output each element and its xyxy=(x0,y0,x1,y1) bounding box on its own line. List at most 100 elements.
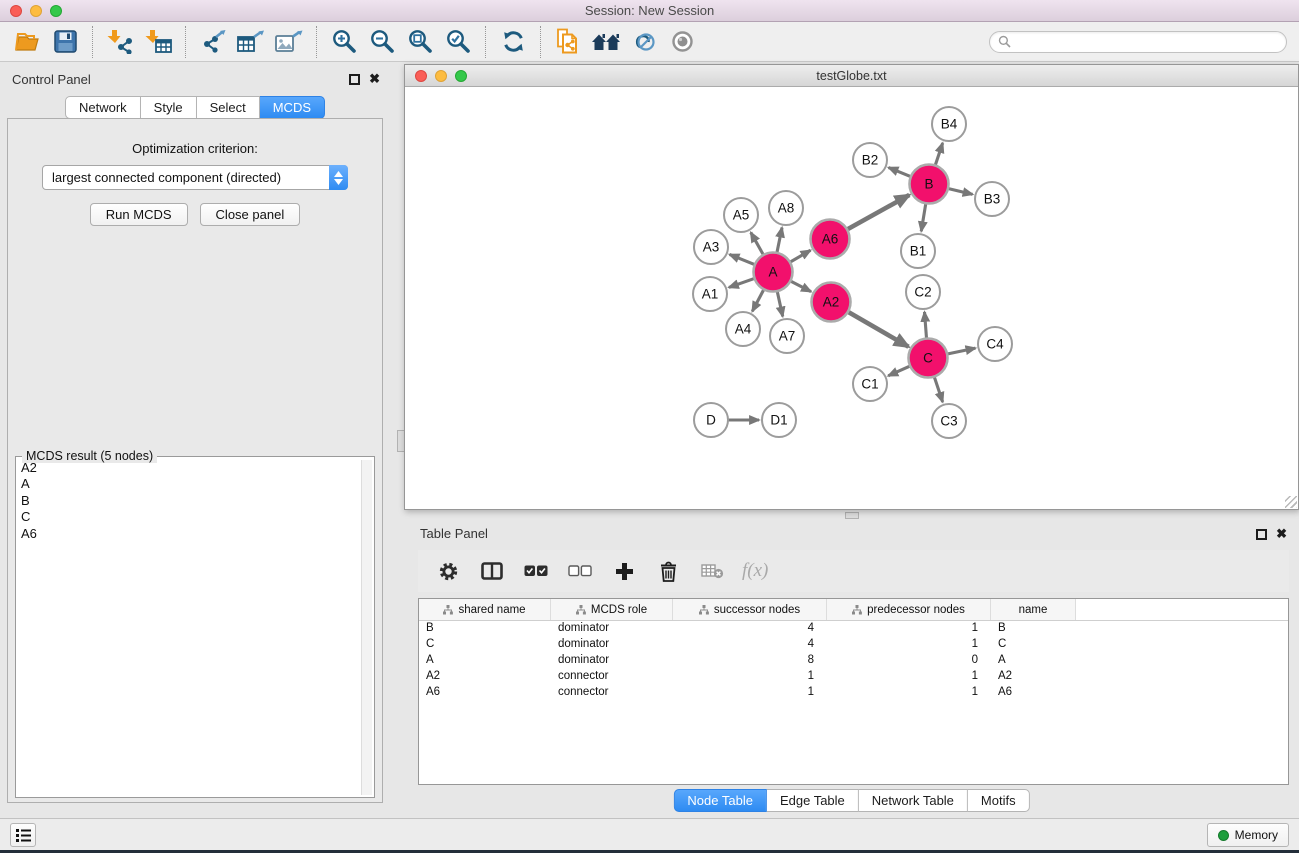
edge-C-C1[interactable] xyxy=(888,366,911,376)
tab-network[interactable]: Network xyxy=(65,96,141,119)
node-A5[interactable]: A5 xyxy=(724,198,758,232)
column-header-name[interactable]: name xyxy=(991,599,1076,620)
horizontal-splitter-handle[interactable] xyxy=(845,512,859,519)
table-row[interactable]: Cdominator41C xyxy=(419,637,1288,653)
function-builder-icon[interactable]: f(x) xyxy=(742,560,768,582)
table-row[interactable]: A2connector11A2 xyxy=(419,669,1288,685)
zoom-out-icon[interactable] xyxy=(363,25,401,59)
hide-labels-icon[interactable] xyxy=(625,25,663,59)
node-C2[interactable]: C2 xyxy=(906,275,940,309)
cell-successor-nodes[interactable]: 4 xyxy=(673,637,827,653)
network-canvas[interactable]: B4B2BB3B1A5A8A6A3AA1A2A4A7C2C4CC1C3DD1 xyxy=(405,88,1298,509)
tab-network-table[interactable]: Network Table xyxy=(859,789,968,812)
cell-name[interactable]: B xyxy=(991,621,1076,637)
zoom-in-icon[interactable] xyxy=(325,25,363,59)
close-panel-button[interactable]: Close panel xyxy=(200,203,301,226)
edge-C-C4[interactable] xyxy=(946,348,975,354)
cell-name[interactable]: C xyxy=(991,637,1076,653)
export-network-icon[interactable] xyxy=(194,25,232,59)
node-B[interactable]: B xyxy=(910,165,949,204)
node-B1[interactable]: B1 xyxy=(901,234,935,268)
node-A6[interactable]: A6 xyxy=(811,220,850,259)
cell-shared-name[interactable]: B xyxy=(419,621,551,637)
table-row[interactable]: Adominator80A xyxy=(419,653,1288,669)
cell-predecessor-nodes[interactable]: 1 xyxy=(827,669,991,685)
select-all-icon[interactable] xyxy=(514,553,558,589)
column-header-successor-nodes[interactable]: successor nodes xyxy=(673,599,827,620)
cybrowser-home-icon[interactable] xyxy=(587,25,625,59)
cell-name[interactable]: A6 xyxy=(991,685,1076,701)
edge-A2-C[interactable] xyxy=(847,311,908,347)
import-network-icon[interactable] xyxy=(101,25,139,59)
tab-motifs[interactable]: Motifs xyxy=(968,789,1030,812)
table-row[interactable]: A6connector11A6 xyxy=(419,685,1288,701)
cell-MCDS-role[interactable]: connector xyxy=(551,669,673,685)
result-scrollbar[interactable] xyxy=(361,460,372,795)
result-item[interactable]: A xyxy=(21,476,360,492)
node-A1[interactable]: A1 xyxy=(693,277,727,311)
node-D[interactable]: D xyxy=(694,403,728,437)
cell-successor-nodes[interactable]: 4 xyxy=(673,621,827,637)
float-table-panel-icon[interactable] xyxy=(1256,529,1267,540)
edge-A-A3[interactable] xyxy=(730,254,756,265)
edge-B-B3[interactable] xyxy=(947,188,973,194)
mcds-result-list[interactable]: A2ABCA6 xyxy=(18,460,360,795)
node-A4[interactable]: A4 xyxy=(726,312,760,346)
column-header-shared-name[interactable]: shared name xyxy=(419,599,551,620)
close-panel-icon[interactable]: ✖ xyxy=(369,71,380,87)
cell-MCDS-role[interactable]: dominator xyxy=(551,637,673,653)
cell-predecessor-nodes[interactable]: 1 xyxy=(827,637,991,653)
column-header-MCDS-role[interactable]: MCDS role xyxy=(551,599,673,620)
table-row[interactable]: Bdominator41B xyxy=(419,621,1288,637)
float-panel-icon[interactable] xyxy=(349,74,360,85)
cell-predecessor-nodes[interactable]: 1 xyxy=(827,621,991,637)
delete-icon[interactable] xyxy=(646,553,690,589)
export-image-icon[interactable] xyxy=(270,25,308,59)
edge-B-B4[interactable] xyxy=(935,143,943,166)
tab-node-table[interactable]: Node Table xyxy=(673,789,767,812)
edge-A-A1[interactable] xyxy=(729,278,756,287)
edge-A-A8[interactable] xyxy=(777,228,782,254)
cell-MCDS-role[interactable]: dominator xyxy=(551,621,673,637)
cell-successor-nodes[interactable]: 8 xyxy=(673,653,827,669)
cell-name[interactable]: A2 xyxy=(991,669,1076,685)
edge-A-A6[interactable] xyxy=(789,250,811,262)
result-item[interactable]: B xyxy=(21,493,360,509)
cell-predecessor-nodes[interactable]: 1 xyxy=(827,685,991,701)
edge-A-A4[interactable] xyxy=(752,288,764,311)
cell-name[interactable]: A xyxy=(991,653,1076,669)
resize-grip[interactable] xyxy=(1285,496,1297,508)
edge-C-C2[interactable] xyxy=(925,312,927,340)
add-column-icon[interactable] xyxy=(602,553,646,589)
deselect-all-icon[interactable] xyxy=(558,553,602,589)
node-B2[interactable]: B2 xyxy=(853,143,887,177)
node-A8[interactable]: A8 xyxy=(769,191,803,225)
edge-A-A7[interactable] xyxy=(777,290,783,316)
tab-select[interactable]: Select xyxy=(197,96,260,119)
tab-mcds[interactable]: MCDS xyxy=(260,96,325,119)
close-table-panel-icon[interactable]: ✖ xyxy=(1276,526,1287,542)
edge-A-A2[interactable] xyxy=(789,280,811,291)
cell-shared-name[interactable]: C xyxy=(419,637,551,653)
node-B4[interactable]: B4 xyxy=(932,107,966,141)
cell-MCDS-role[interactable]: connector xyxy=(551,685,673,701)
cell-successor-nodes[interactable]: 1 xyxy=(673,685,827,701)
new-network-from-selection-icon[interactable] xyxy=(549,25,587,59)
layout-refresh-icon[interactable] xyxy=(494,25,532,59)
cell-successor-nodes[interactable]: 1 xyxy=(673,669,827,685)
edge-C-C3[interactable] xyxy=(934,376,943,402)
tab-edge-table[interactable]: Edge Table xyxy=(767,789,859,812)
save-session-icon[interactable] xyxy=(46,25,84,59)
result-item[interactable]: A2 xyxy=(21,460,360,476)
open-file-icon[interactable] xyxy=(8,25,46,59)
run-mcds-button[interactable]: Run MCDS xyxy=(90,203,188,226)
node-A7[interactable]: A7 xyxy=(770,319,804,353)
node-C3[interactable]: C3 xyxy=(932,404,966,438)
optimization-criterion-select[interactable]: largest connected component (directed) xyxy=(42,165,348,190)
result-item[interactable]: A6 xyxy=(21,526,360,542)
node-A[interactable]: A xyxy=(754,253,793,292)
tab-style[interactable]: Style xyxy=(141,96,197,119)
node-C1[interactable]: C1 xyxy=(853,367,887,401)
node-A2[interactable]: A2 xyxy=(812,283,851,322)
node-D1[interactable]: D1 xyxy=(762,403,796,437)
